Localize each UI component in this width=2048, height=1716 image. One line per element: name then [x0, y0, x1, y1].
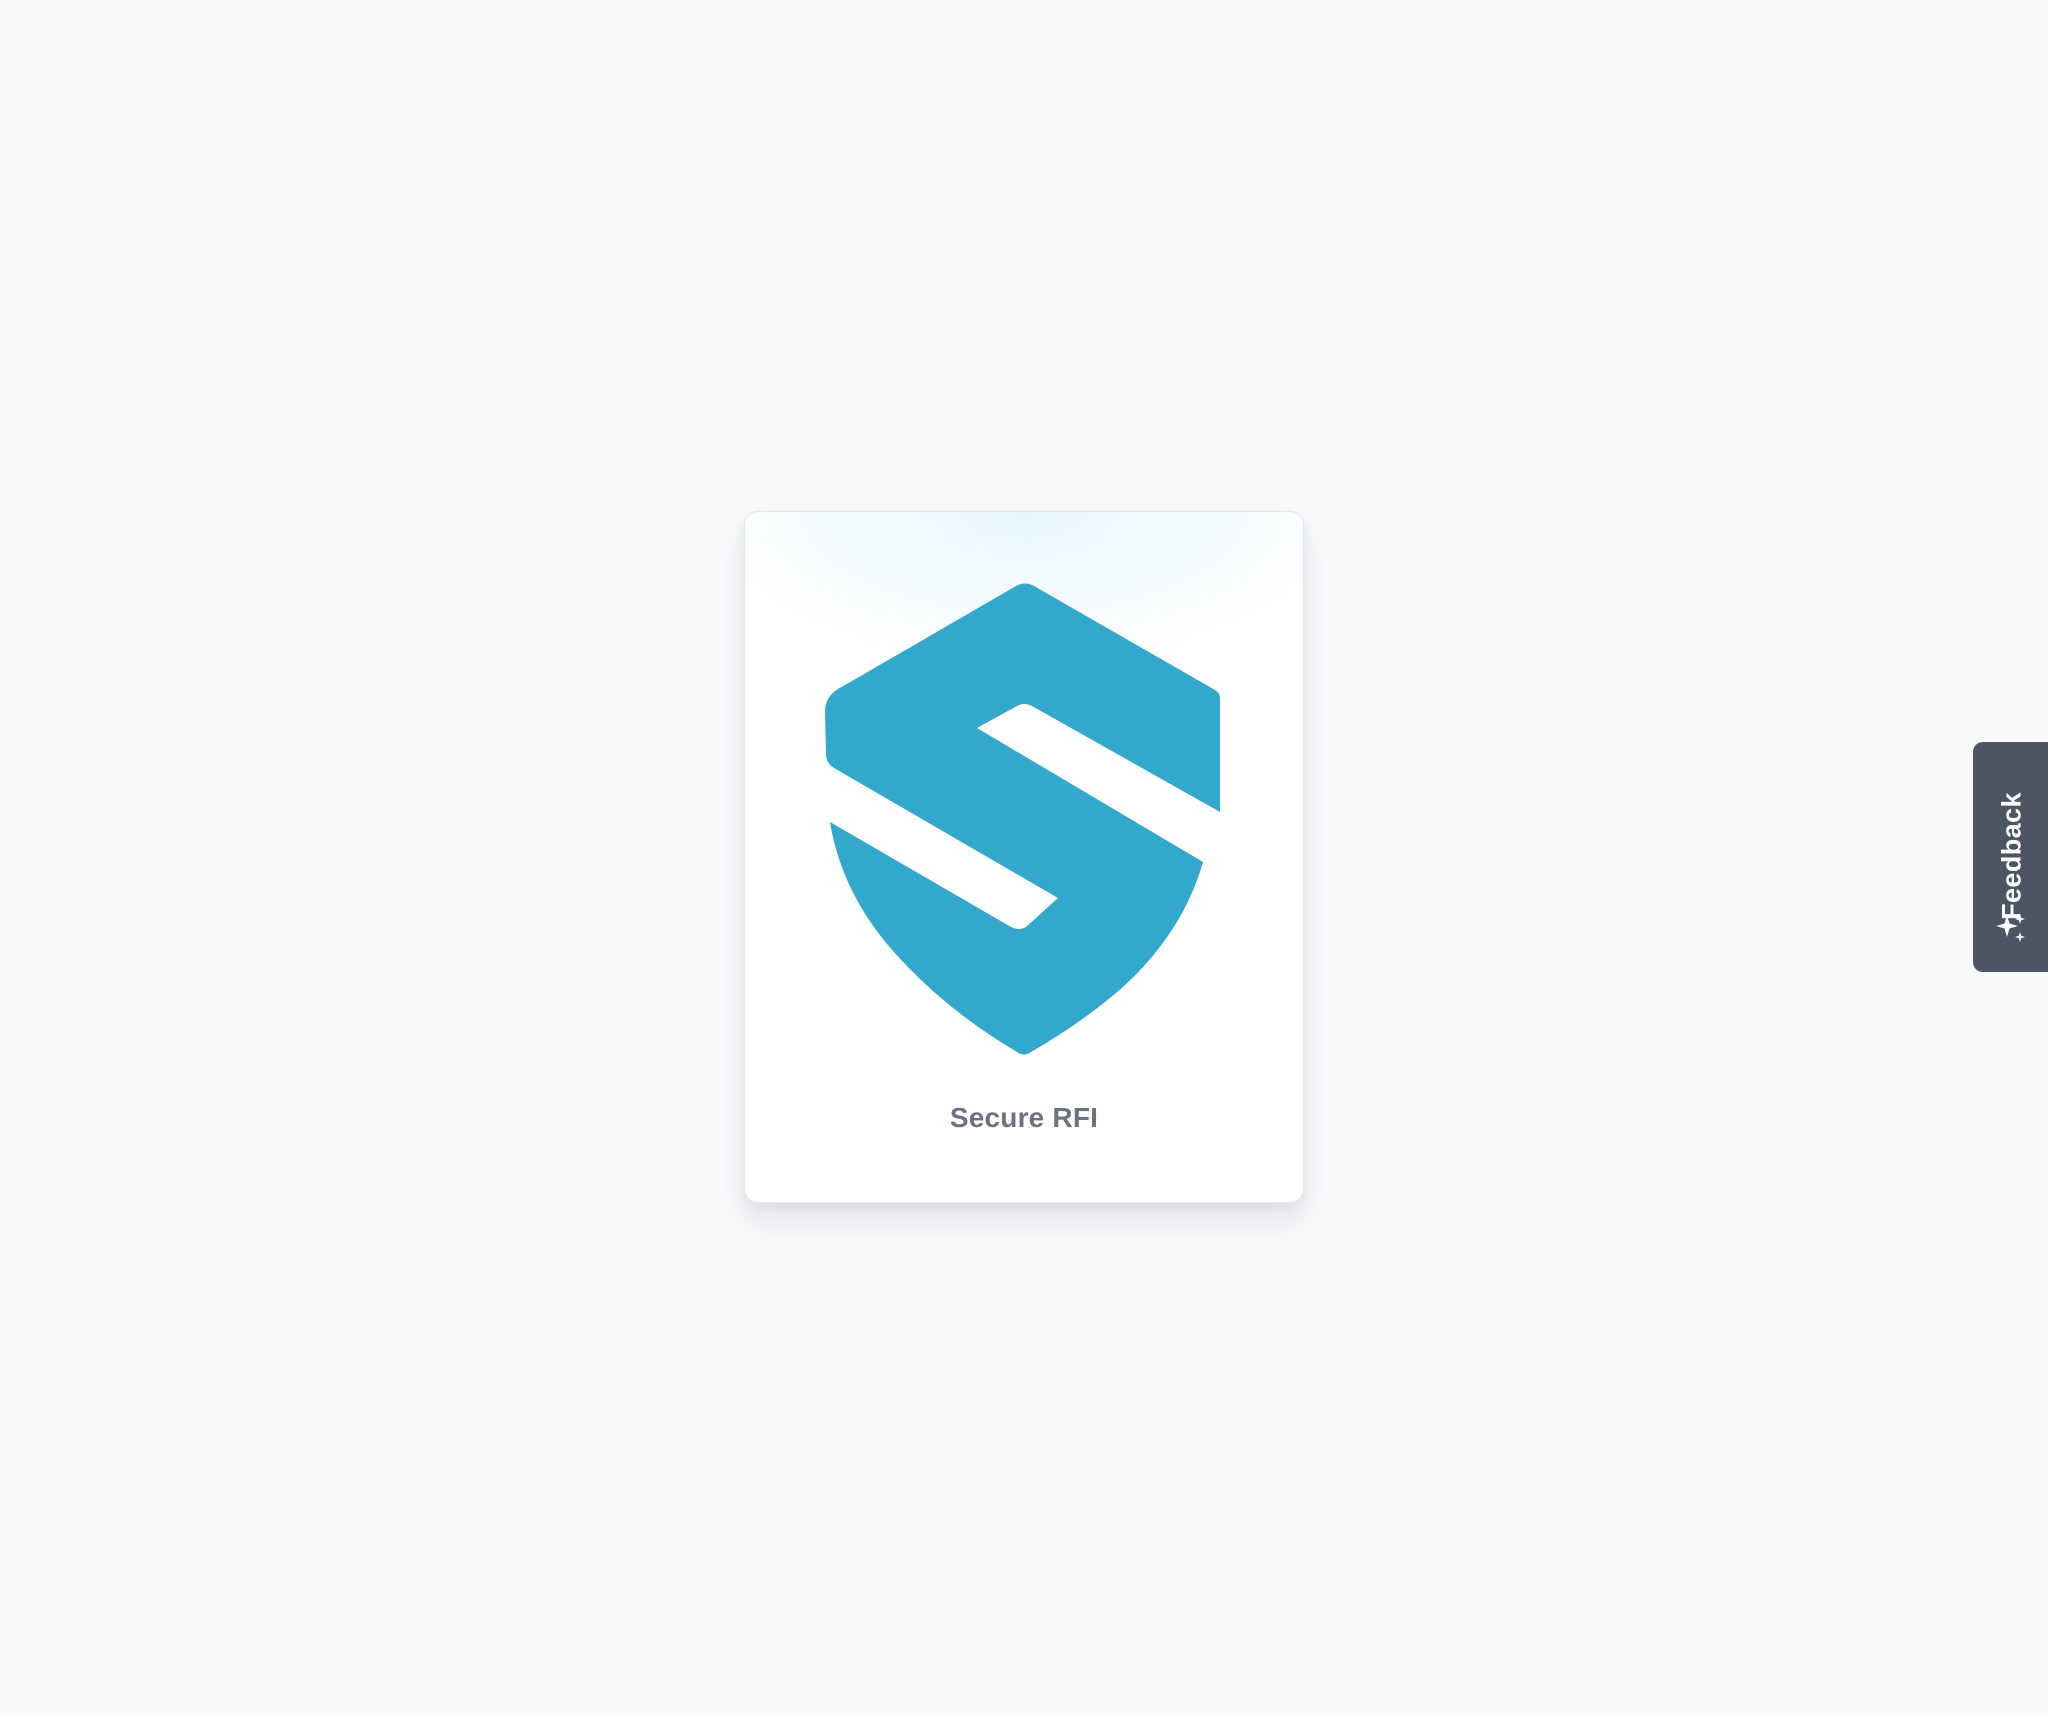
app-card-label: Secure RFI [949, 1102, 1099, 1133]
sparkles-icon [1996, 914, 2025, 942]
app-card-secure-rfi[interactable]: Secure RFI [744, 511, 1304, 1203]
feedback-label: Feedback [1996, 792, 2027, 920]
feedback-button[interactable]: Feedback [1973, 742, 2048, 972]
page: Secure RFI Feedback [0, 0, 2048, 1716]
shield-s-logo-icon [825, 583, 1220, 1055]
